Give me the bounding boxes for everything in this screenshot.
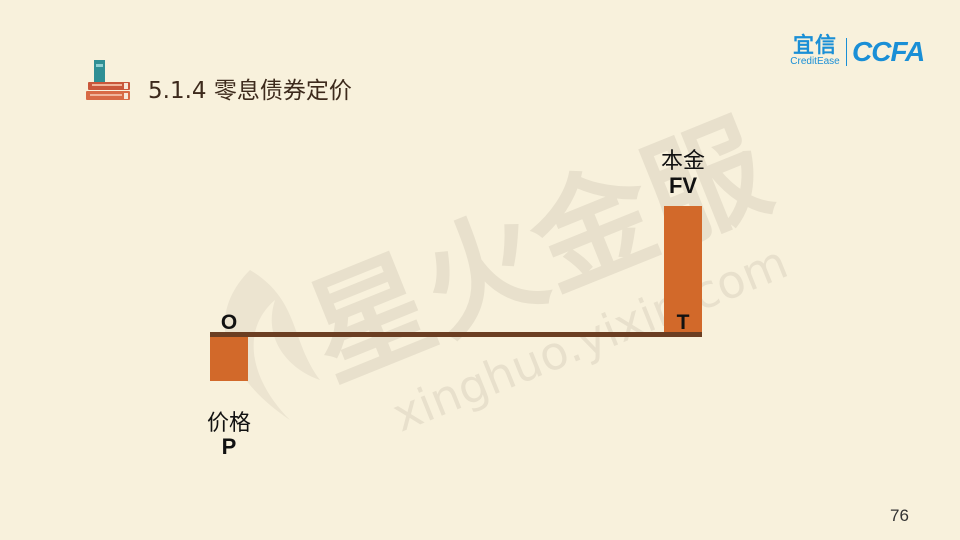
price-label: 价格 (206, 411, 251, 436)
price-symbol: P (221, 434, 237, 459)
ccfa-logo: CCFA (852, 36, 925, 67)
principal-symbol: FV (668, 173, 698, 198)
creditease-logo: 宜信 CreditEase (786, 34, 844, 68)
stacked-books-icon (86, 60, 130, 100)
timeline-axis (210, 332, 702, 337)
page-number: 76 (890, 506, 909, 525)
watermark: 星火金服 xinghuo.yixin.com (224, 98, 795, 443)
price-bar (210, 337, 248, 381)
principal-label: 本金 (660, 149, 705, 174)
logo-divider (846, 38, 847, 66)
watermark-url-text: xinghuo.yixin.com (385, 235, 795, 443)
page-title: 5.1.4 零息债券定价 (148, 78, 352, 104)
creditease-logo-en: CreditEase (790, 56, 840, 67)
maturity-label: T (676, 311, 690, 334)
creditease-logo-cn: 宜信 (793, 33, 837, 57)
origin-label: O (220, 311, 238, 334)
